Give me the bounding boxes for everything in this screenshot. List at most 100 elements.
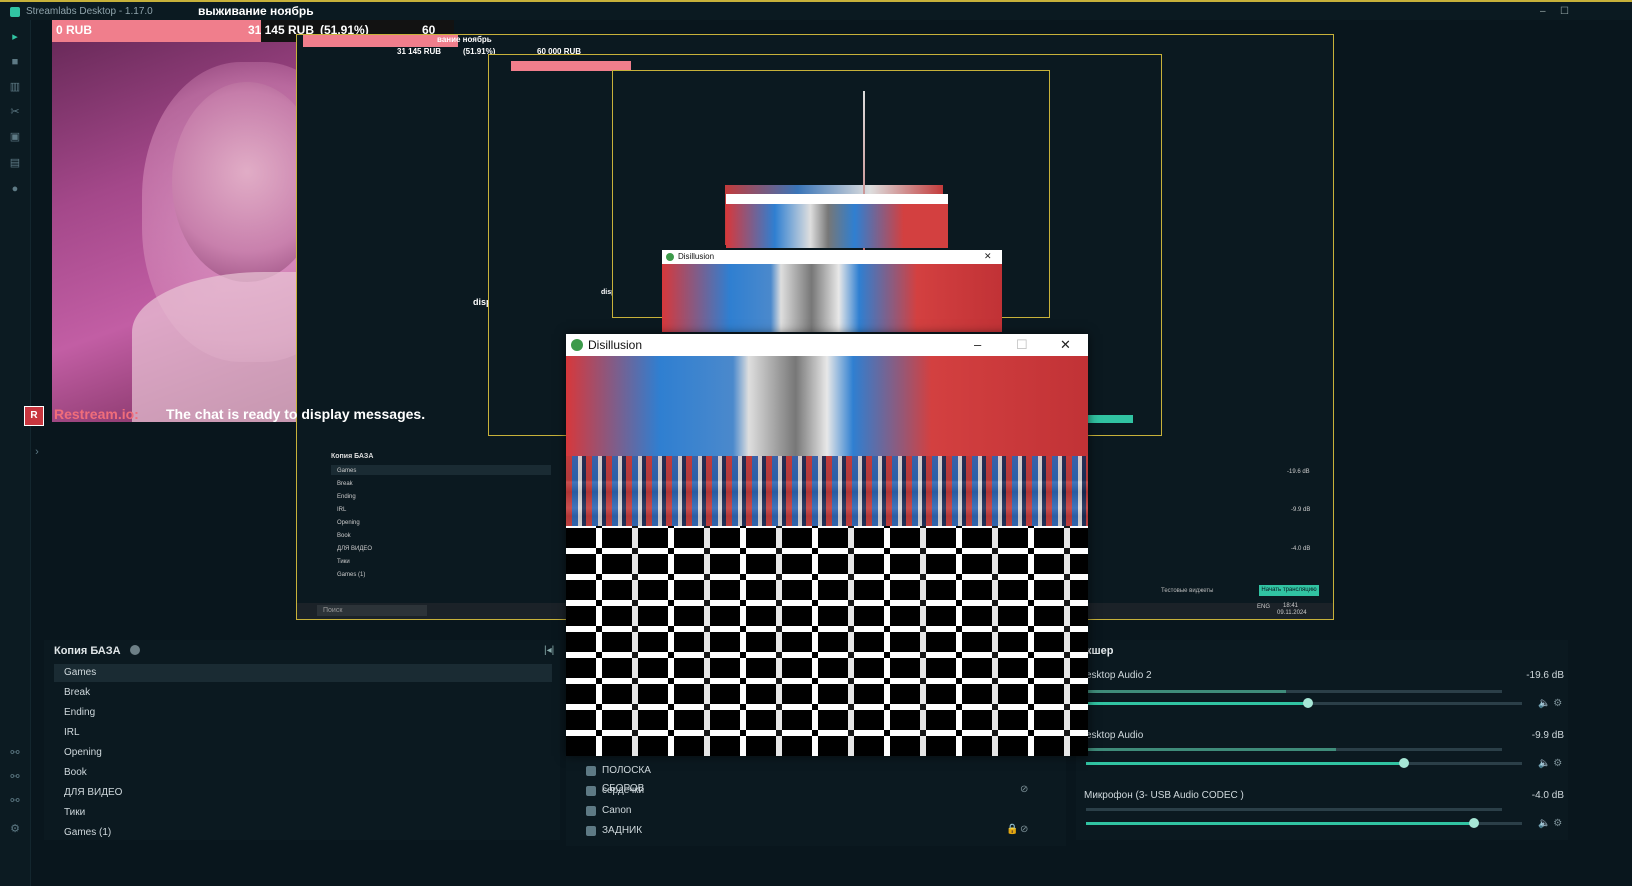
- restream-badge-icon: R: [24, 406, 44, 426]
- scene-item-opening[interactable]: Opening: [54, 744, 552, 762]
- scene-item-games-1[interactable]: Games (1): [54, 824, 552, 842]
- mute-icon[interactable]: 🔈 ⚙: [1538, 818, 1562, 829]
- columns-icon[interactable]: ▥: [8, 80, 22, 94]
- volume-slider[interactable]: [1086, 758, 1522, 768]
- scene-item-book[interactable]: Book: [54, 764, 552, 782]
- disillusion-game-canvas[interactable]: [566, 356, 1088, 756]
- globe-icon: [586, 766, 596, 776]
- mixer-channel-db: -9.9 dB: [1531, 730, 1564, 741]
- volume-slider[interactable]: [1086, 818, 1522, 828]
- mixer-channel-name: esktop Audio 2: [1086, 670, 1152, 681]
- expand-chevron-icon[interactable]: ›: [30, 445, 44, 459]
- mixer-channel-db: -4.0 dB: [1531, 790, 1564, 801]
- mixer-channel-name: Микрофон (3- USB Audio CODEC ): [1084, 790, 1244, 801]
- nested-mixer-db: -19.6 dB: [1287, 469, 1310, 475]
- mixer-panel: кшер esktop Audio 2 -19.6 dB 🔈 ⚙ esktop …: [1076, 640, 1568, 840]
- editor-icon[interactable]: ▸: [8, 30, 22, 44]
- eye-hidden-icon[interactable]: ⊘: [1020, 824, 1028, 835]
- game-sky: [566, 356, 1088, 456]
- nested-disillusion-title: Disillusion: [678, 252, 715, 261]
- app-title: Streamlabs Desktop - 1.17.0: [26, 6, 153, 17]
- mixer-title: кшер: [1086, 645, 1114, 657]
- maximize-icon[interactable]: ☐: [1560, 6, 1569, 17]
- nested-mixer-db: -9.9 dB: [1291, 507, 1311, 513]
- nested-goal-fill: [303, 35, 458, 47]
- game-checker-floor: [566, 526, 1088, 756]
- tools-icon[interactable]: ✂: [8, 105, 22, 119]
- scene-item-games[interactable]: Games: [54, 664, 552, 682]
- nested-taskbar-time: 18:41: [1283, 603, 1299, 609]
- volume-meter-fill: [1086, 690, 1286, 693]
- volume-slider[interactable]: [1086, 698, 1522, 708]
- volume-slider-handle[interactable]: [1303, 698, 1314, 708]
- eye-hidden-icon[interactable]: ⊘: [1020, 784, 1028, 795]
- link-icon[interactable]: ⚯: [8, 794, 22, 808]
- nested-scene-item: Ending: [337, 494, 356, 500]
- disillusion-titlebar: Disillusion – ☐ ✕: [566, 334, 1088, 356]
- nested-scene-item: IRL: [337, 507, 347, 513]
- nested-disillusion-window-3: [726, 194, 948, 248]
- goal-title: выживание ноябрь: [198, 4, 314, 18]
- image-icon: [586, 826, 596, 836]
- nested-disillusion-titlebar: Disillusion ✕: [662, 250, 1002, 264]
- disillusion-app-icon: [571, 339, 583, 351]
- lock-icon[interactable]: 🔒: [1006, 824, 1018, 835]
- maximize-icon[interactable]: ☐: [1016, 337, 1028, 353]
- scenes-panel: Копия БАЗА |◂| Games Break Ending IRL Op…: [44, 640, 560, 840]
- nested-scene-item: Book: [337, 533, 351, 539]
- volume-meter: [1086, 808, 1502, 811]
- store-icon[interactable]: ▣: [8, 130, 22, 144]
- streamlabs-logo-icon: [10, 7, 20, 17]
- layout-icon[interactable]: ■: [8, 55, 22, 69]
- image-icon: [586, 786, 596, 796]
- volume-slider-handle[interactable]: [1399, 758, 1410, 768]
- volume-meter-fill: [1086, 748, 1336, 751]
- media-icon[interactable]: ▤: [8, 156, 22, 170]
- nested-scene-item: Games: [337, 468, 357, 474]
- nested-scene-item: Break: [337, 481, 353, 487]
- camera-icon: [586, 806, 596, 816]
- nested-test-widgets: Тестовые виджеты: [1161, 588, 1214, 594]
- goal-start: 0 RUB: [56, 23, 93, 37]
- minimize-icon[interactable]: –: [1540, 6, 1546, 17]
- nested-start-stream-button: Начать трансляцию: [1259, 585, 1319, 596]
- minimize-icon[interactable]: –: [974, 337, 981, 352]
- scene-collection-title[interactable]: Копия БАЗА: [54, 645, 121, 657]
- disillusion-title: Disillusion: [588, 338, 643, 352]
- volume-slider-fill: [1086, 822, 1475, 825]
- mute-icon[interactable]: 🔈 ⚙: [1538, 758, 1562, 769]
- close-icon[interactable]: ✕: [1060, 337, 1071, 353]
- nested-disillusion-window-2: Disillusion ✕: [662, 250, 1002, 332]
- nested-scene-item: ДЛЯ ВИДЕО: [337, 546, 373, 552]
- scene-item-dlya-video[interactable]: ДЛЯ ВИДЕО: [54, 784, 552, 802]
- circle-icon[interactable]: ●: [8, 182, 22, 196]
- volume-slider-fill: [1086, 702, 1309, 705]
- nested-scenes-title: Копия БАЗА: [331, 453, 374, 460]
- gear-icon[interactable]: ⚙: [8, 822, 22, 836]
- scene-item-break[interactable]: Break: [54, 684, 552, 702]
- nested-close-icon: ✕: [984, 251, 992, 261]
- game-horizon: [566, 456, 1088, 526]
- mute-icon[interactable]: 🔈 ⚙: [1538, 698, 1562, 709]
- left-nav: ▸ ■ ▥ ✂ ▣ ▤ ● › ⚯ ⚯ ⚯ ⚙: [0, 20, 39, 886]
- goal-current: 31 145 RUB: [247, 23, 314, 37]
- scene-item-irl[interactable]: IRL: [54, 724, 552, 742]
- nested-taskbar-lang: ENG: [1257, 604, 1271, 610]
- scene-item-tiki[interactable]: Тики: [54, 804, 552, 822]
- nested-mixer-db: -4.0 dB: [1291, 546, 1311, 552]
- nested-taskbar-search: Поиск: [317, 605, 427, 616]
- nested-scene-item: Games (1): [337, 572, 366, 578]
- link-icon[interactable]: ⚯: [8, 746, 22, 760]
- add-scene-collection-icon[interactable]: [130, 645, 140, 655]
- nested-disillusion-canvas-3: [726, 204, 948, 248]
- chat-username: Restream.io:: [54, 406, 139, 422]
- chat-text: The chat is ready to display messages.: [166, 406, 426, 422]
- scene-item-ending[interactable]: Ending: [54, 704, 552, 722]
- volume-slider-handle[interactable]: [1469, 818, 1480, 828]
- collapse-panel-icon[interactable]: |◂|: [544, 645, 554, 656]
- nested-taskbar-date: 09.11.2024: [1277, 610, 1307, 616]
- nested-scene-item: Opening: [337, 520, 360, 526]
- link-icon[interactable]: ⚯: [8, 770, 22, 784]
- volume-meter: [1086, 690, 1502, 693]
- source-label: ЗАДНИК: [602, 825, 643, 836]
